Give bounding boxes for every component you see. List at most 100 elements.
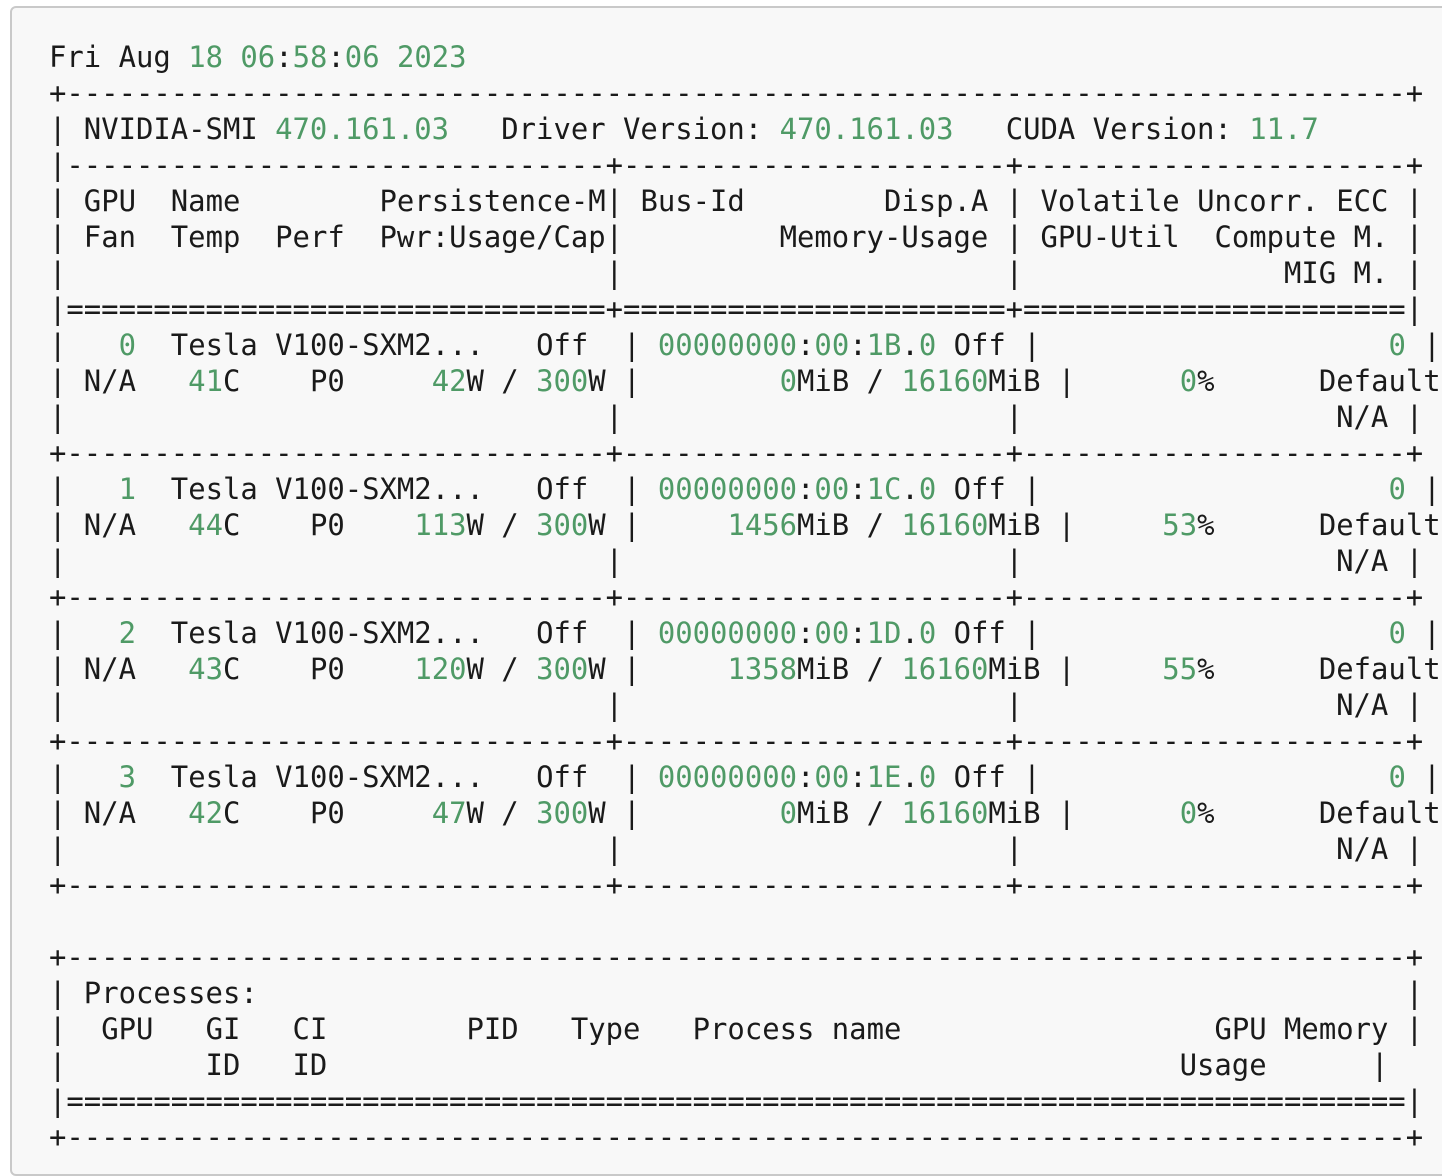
year: 2023 xyxy=(397,40,467,74)
fan-speed: N/A xyxy=(83,796,136,830)
table-border-top: +---------------------------------------… xyxy=(49,76,1424,110)
temperature: 44 xyxy=(188,508,223,542)
header-line-3: | | | MIG M. | xyxy=(49,256,1424,290)
gpu-0-line-2: | N/A 41C P0 42W / 300W | 0MiB / 16160Mi… xyxy=(49,364,1441,398)
col-compute-mode: Compute M. xyxy=(1214,220,1389,254)
gpu-utilization: 0 xyxy=(1179,364,1198,398)
bus-device: 1C xyxy=(866,472,902,506)
col-pwr: Pwr:Usage/Cap xyxy=(379,220,606,254)
power-cap: 300 xyxy=(536,796,589,830)
mig-mode: N/A xyxy=(1336,400,1389,434)
gpu-name: Tesla V100-SXM2... xyxy=(170,328,484,362)
ecc-errors: 0 xyxy=(1388,328,1406,362)
bus-domain: 00 xyxy=(814,328,850,362)
driver-label: Driver Version: xyxy=(501,112,763,146)
col-memory-usage: Memory-Usage xyxy=(779,220,989,254)
gpu-0-border: +-------------------------------+-------… xyxy=(49,436,1424,470)
processes-header-1: | GPU GI CI PID Type Process name GPU Me… xyxy=(49,1012,1424,1046)
gpu-utilization: 55 xyxy=(1162,652,1198,686)
bus-device: 1D xyxy=(866,616,902,650)
perf-state: P0 xyxy=(309,364,345,398)
persistence-mode: Off xyxy=(536,472,589,506)
gpu-3-line-1: | 3 Tesla V100-SXM2... Off | 00000000:00… xyxy=(49,760,1441,794)
col-proc-ci-id: ID xyxy=(292,1048,328,1082)
gpu-2-line-3: | | | N/A | xyxy=(49,688,1424,722)
table-divider: |-------------------------------+-------… xyxy=(49,148,1424,182)
ecc-errors: 0 xyxy=(1388,616,1406,650)
bus-domain: 00 xyxy=(814,760,850,794)
driver-version: 470.161.03 xyxy=(779,112,954,146)
memory-used: 0 xyxy=(779,796,798,830)
gpu-1-border: +-------------------------------+-------… xyxy=(49,580,1424,614)
bus-function: 0 xyxy=(918,472,937,506)
processes-border-top: +---------------------------------------… xyxy=(49,940,1424,974)
header-line-2: | Fan Temp Perf Pwr:Usage/Cap| Memory-Us… xyxy=(49,220,1424,254)
col-mig-mode: MIG M. xyxy=(1283,256,1389,290)
fan-speed: N/A xyxy=(83,652,136,686)
gpu-name: Tesla V100-SXM2... xyxy=(170,760,484,794)
power-cap: 300 xyxy=(536,652,589,686)
memory-total: 16160 xyxy=(901,796,989,830)
compute-mode: Default xyxy=(1318,796,1441,830)
gpu-2-border: +-------------------------------+-------… xyxy=(49,724,1424,758)
fan-speed: N/A xyxy=(83,364,136,398)
timestamp-line: Fri Aug 18 06:58:06 2023 xyxy=(49,40,467,74)
minute: 58 xyxy=(292,40,328,74)
gpu-1-line-1: | 1 Tesla V100-SXM2... Off | 00000000:00… xyxy=(49,472,1441,506)
col-persistence: Persistence-M xyxy=(379,184,606,218)
temperature: 43 xyxy=(188,652,223,686)
memory-used: 0 xyxy=(779,364,798,398)
display-active: Off xyxy=(953,472,1006,506)
header-line-1: | GPU Name Persistence-M| Bus-Id Disp.A … xyxy=(49,184,1424,218)
mig-mode: N/A xyxy=(1336,832,1389,866)
temperature: 42 xyxy=(188,796,223,830)
processes-header-2: | ID ID Usage | xyxy=(49,1048,1389,1082)
day: 18 xyxy=(188,40,223,74)
gpu-index: 1 xyxy=(118,472,136,506)
gpu-name: Tesla V100-SXM2... xyxy=(170,472,484,506)
col-proc-ci: CI xyxy=(292,1012,328,1046)
gpu-0-line-1: | 0 Tesla V100-SXM2... Off | 00000000:00… xyxy=(49,328,1441,362)
memory-total: 16160 xyxy=(901,508,989,542)
nvidia-smi-output: Fri Aug 18 06:58:06 2023 +---------------… xyxy=(49,39,1442,1155)
hour: 06 xyxy=(240,40,276,74)
ecc-errors: 0 xyxy=(1388,472,1406,506)
col-name: Name xyxy=(170,184,241,218)
processes-title-line: | Processes: | xyxy=(49,976,1424,1010)
perf-state: P0 xyxy=(309,508,345,542)
fan-speed: N/A xyxy=(83,508,136,542)
bus-prefix: 00000000 xyxy=(657,472,798,506)
col-proc-usage: Usage xyxy=(1179,1048,1267,1082)
cuda-label: CUDA Version: xyxy=(1005,112,1232,146)
gpu-2-line-2: | N/A 43C P0 120W / 300W | 1358MiB / 161… xyxy=(49,652,1441,686)
col-proc-gpu-memory: GPU Memory xyxy=(1214,1012,1389,1046)
gpu-utilization: 0 xyxy=(1179,796,1198,830)
month: Aug xyxy=(118,40,171,74)
perf-state: P0 xyxy=(309,652,345,686)
weekday: Fri xyxy=(49,40,102,74)
second: 06 xyxy=(344,40,380,74)
power-usage: 120 xyxy=(414,652,467,686)
processes-divider: |=======================================… xyxy=(49,1084,1424,1118)
terminal-output-panel: Fri Aug 18 06:58:06 2023 +---------------… xyxy=(10,6,1442,1176)
bus-function: 0 xyxy=(918,616,937,650)
ecc-errors: 0 xyxy=(1388,760,1406,794)
bus-prefix: 00000000 xyxy=(657,760,798,794)
persistence-mode: Off xyxy=(536,760,589,794)
gpu-index: 3 xyxy=(118,760,136,794)
power-cap: 300 xyxy=(536,364,589,398)
cuda-version: 11.7 xyxy=(1249,112,1319,146)
col-proc-gpu: GPU xyxy=(101,1012,154,1046)
table-divider-double: |===============================+=======… xyxy=(49,292,1424,326)
memory-total: 16160 xyxy=(901,652,989,686)
power-usage: 113 xyxy=(414,508,467,542)
smi-version: 470.161.03 xyxy=(275,112,450,146)
col-proc-gi-id: ID xyxy=(205,1048,241,1082)
col-bus-id: Bus-Id xyxy=(640,184,745,218)
display-active: Off xyxy=(953,328,1006,362)
mig-mode: N/A xyxy=(1336,544,1389,578)
gpu-3-line-3: | | | N/A | xyxy=(49,832,1424,866)
processes-border-bottom: +---------------------------------------… xyxy=(49,1120,1424,1154)
col-fan: Fan xyxy=(83,220,136,254)
